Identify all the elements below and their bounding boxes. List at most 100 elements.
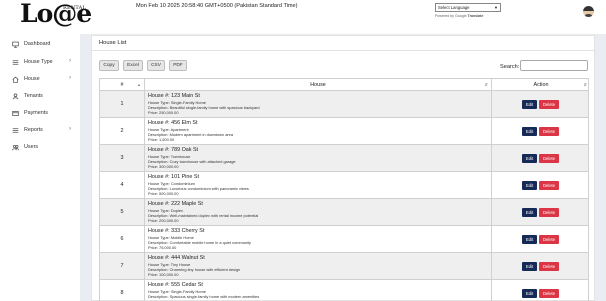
divider: [92, 50, 596, 51]
csv-button[interactable]: CSV: [147, 60, 165, 71]
edit-button[interactable]: Edit: [522, 181, 537, 190]
column-header-label: House: [310, 82, 326, 88]
table-row: 4 House #: 101 Pine St House Type: Condo…: [100, 172, 588, 199]
sidebar-item-label: Reports: [24, 127, 43, 133]
home-icon: [12, 76, 19, 83]
chevron-right-icon: ›: [69, 126, 71, 132]
list-icon: [12, 59, 19, 65]
delete-button[interactable]: Delete: [539, 235, 559, 244]
delete-button[interactable]: Delete: [539, 289, 559, 298]
sidebar-item-label: House: [24, 76, 40, 82]
sidebar: Dashboard House Type › House › Tenants P…: [0, 34, 80, 301]
sidebar-item-house-type[interactable]: House Type ›: [12, 57, 72, 67]
sidebar-item-label: Payments: [24, 110, 48, 116]
chevron-right-icon: ›: [69, 75, 71, 81]
table-row: 2 House #: 456 Elm St House Type: Apartm…: [100, 118, 588, 145]
edit-button[interactable]: Edit: [522, 100, 537, 109]
card-icon: [12, 110, 19, 116]
sidebar-item-label: Users: [24, 144, 39, 150]
edit-button[interactable]: Edit: [522, 127, 537, 136]
house-description: Description: Spacious single-family home…: [148, 293, 260, 299]
avatar-hair: [583, 6, 594, 11]
delete-button[interactable]: Delete: [539, 100, 559, 109]
house-details: House #: 123 Main St House Type: Single-…: [145, 91, 492, 118]
row-number: 8: [100, 280, 145, 301]
language-select[interactable]: Select Language ▼: [435, 3, 501, 12]
column-header-label: Action: [533, 82, 549, 88]
sidebar-item-label: House Type: [24, 59, 53, 65]
google-logo-text: Google: [454, 13, 467, 18]
sidebar-item-reports[interactable]: Reports ›: [12, 125, 72, 135]
row-actions: Edit Delete: [492, 145, 590, 172]
top-bar: Lo@e RENTAL Mon Feb 10 2025 20:58:40 GMT…: [0, 0, 606, 34]
current-datetime: Mon Feb 10 2025 20:58:40 GMT+0500 (Pakis…: [136, 3, 298, 9]
row-number: 1: [100, 91, 145, 118]
house-list-card: House List Copy Excel CSV PDF Search: # …: [91, 35, 596, 301]
row-number: 6: [100, 226, 145, 253]
column-header-number[interactable]: # ▲: [100, 79, 145, 91]
table-row: 8 House #: 555 Cedar St House Type: Sing…: [100, 280, 588, 301]
house-details: House #: 444 Walnut St House Type: Tiny …: [145, 253, 492, 280]
users-icon: [12, 144, 19, 150]
house-details: House #: 222 Maple St House Type: Duplex…: [145, 199, 492, 226]
house-price: Price: 200,000.00: [148, 217, 179, 223]
search-label: Search:: [500, 64, 520, 70]
list-icon: [12, 127, 19, 133]
column-header-action[interactable]: Action ⇵: [492, 79, 590, 91]
sidebar-item-tenants[interactable]: Tenants: [12, 91, 72, 101]
table-row: 5 House #: 222 Maple St House Type: Dupl…: [100, 199, 588, 226]
chevron-down-icon: ▼: [494, 5, 498, 10]
delete-button[interactable]: Delete: [539, 127, 559, 136]
delete-button[interactable]: Delete: [539, 262, 559, 271]
house-details: House #: 333 Cherry St House Type: Mobil…: [145, 226, 492, 253]
row-number: 5: [100, 199, 145, 226]
house-price: Price: 75,000.00: [148, 244, 177, 250]
search-input[interactable]: [520, 60, 588, 71]
logo-subtext: RENTAL: [63, 5, 86, 11]
row-number: 7: [100, 253, 145, 280]
excel-button[interactable]: Excel: [123, 60, 143, 71]
powered-by: Powered by Google Translate: [435, 14, 483, 18]
translate-link[interactable]: Translate: [468, 14, 484, 18]
column-header-label: #: [120, 82, 124, 88]
row-actions: Edit Delete: [492, 91, 590, 118]
row-number: 4: [100, 172, 145, 199]
logo[interactable]: Lo@e RENTAL: [20, 0, 92, 31]
table-row: 7 House #: 444 Walnut St House Type: Tin…: [100, 253, 588, 280]
table-row: 1 House #: 123 Main St House Type: Singl…: [100, 91, 588, 118]
sidebar-item-label: Tenants: [24, 93, 43, 99]
sort-icon: ⇵: [484, 82, 488, 87]
avatar-shirt: [584, 14, 593, 17]
house-price: Price: 500,000.00: [148, 190, 179, 196]
house-table: # ▲ House ⇵ Action ⇵ 1 House #: 123 Main…: [99, 78, 589, 301]
row-number: 3: [100, 145, 145, 172]
sidebar-item-users[interactable]: Users: [12, 142, 72, 152]
edit-button[interactable]: Edit: [522, 235, 537, 244]
sidebar-item-label: Dashboard: [24, 41, 51, 47]
house-details: House #: 555 Cedar St House Type: Single…: [145, 280, 492, 301]
house-details: House #: 101 Pine St House Type: Condomi…: [145, 172, 492, 199]
sidebar-item-dashboard[interactable]: Dashboard: [12, 39, 72, 49]
delete-button[interactable]: Delete: [539, 181, 559, 190]
sidebar-item-payments[interactable]: Payments: [12, 108, 72, 118]
edit-button[interactable]: Edit: [522, 154, 537, 163]
sidebar-item-house[interactable]: House ›: [12, 74, 72, 84]
delete-button[interactable]: Delete: [539, 208, 559, 217]
pdf-button[interactable]: PDF: [169, 60, 187, 71]
edit-button[interactable]: Edit: [522, 208, 537, 217]
row-actions: Edit Delete: [492, 172, 590, 199]
column-header-house[interactable]: House ⇵: [145, 79, 492, 91]
copy-button[interactable]: Copy: [99, 60, 119, 71]
table-row: 3 House #: 789 Oak St House Type: Townho…: [100, 145, 588, 172]
house-details: House #: 789 Oak St House Type: Townhous…: [145, 145, 492, 172]
delete-button[interactable]: Delete: [539, 154, 559, 163]
chevron-right-icon: ›: [69, 58, 71, 64]
row-actions: Edit Delete: [492, 118, 590, 145]
table-row: 6 House #: 333 Cherry St House Type: Mob…: [100, 226, 588, 253]
language-select-value: Select Language: [438, 5, 470, 10]
user-avatar-icon[interactable]: [583, 6, 594, 17]
house-price: Price: 1,500.00: [148, 136, 175, 142]
edit-button[interactable]: Edit: [522, 262, 537, 271]
edit-button[interactable]: Edit: [522, 289, 537, 298]
row-actions: Edit Delete: [492, 253, 590, 280]
